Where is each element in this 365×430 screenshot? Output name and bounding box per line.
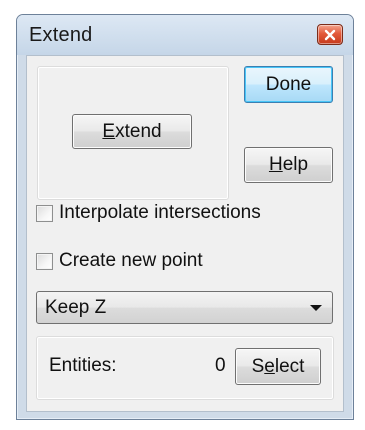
extend-group: Extend bbox=[37, 66, 229, 200]
dialog-body: Extend Done Help Interpolate intersectio… bbox=[26, 55, 344, 412]
extend-button[interactable]: Extend bbox=[72, 114, 192, 149]
extend-dialog: Extend Extend Done Help Interpolate inte… bbox=[16, 14, 354, 420]
z-mode-selected-value: Keep Z bbox=[45, 297, 107, 318]
create-new-point-checkbox[interactable] bbox=[36, 252, 53, 270]
dialog-title: Extend bbox=[29, 24, 93, 46]
z-mode-dropdown[interactable]: Keep Z bbox=[36, 291, 333, 324]
help-button[interactable]: Help bbox=[244, 147, 333, 183]
title-bar[interactable]: Extend bbox=[17, 15, 353, 55]
done-button[interactable]: Done bbox=[244, 66, 333, 103]
interpolate-intersections-label: Interpolate intersections bbox=[59, 202, 261, 223]
screen: Extend Extend Done Help Interpolate inte… bbox=[0, 0, 365, 430]
select-button[interactable]: Se lect bbox=[235, 348, 321, 385]
entities-count: 0 bbox=[215, 355, 226, 376]
close-icon bbox=[324, 29, 336, 40]
create-new-point-option[interactable]: Create new point bbox=[36, 250, 203, 272]
create-new-point-label: Create new point bbox=[59, 250, 203, 271]
entities-label: Entities: bbox=[49, 355, 117, 376]
entities-group: Entities: 0 Se lect bbox=[36, 336, 334, 400]
close-button[interactable] bbox=[317, 24, 343, 45]
interpolate-intersections-checkbox[interactable] bbox=[36, 204, 53, 222]
interpolate-intersections-option[interactable]: Interpolate intersections bbox=[36, 202, 261, 224]
chevron-down-icon bbox=[310, 305, 322, 311]
